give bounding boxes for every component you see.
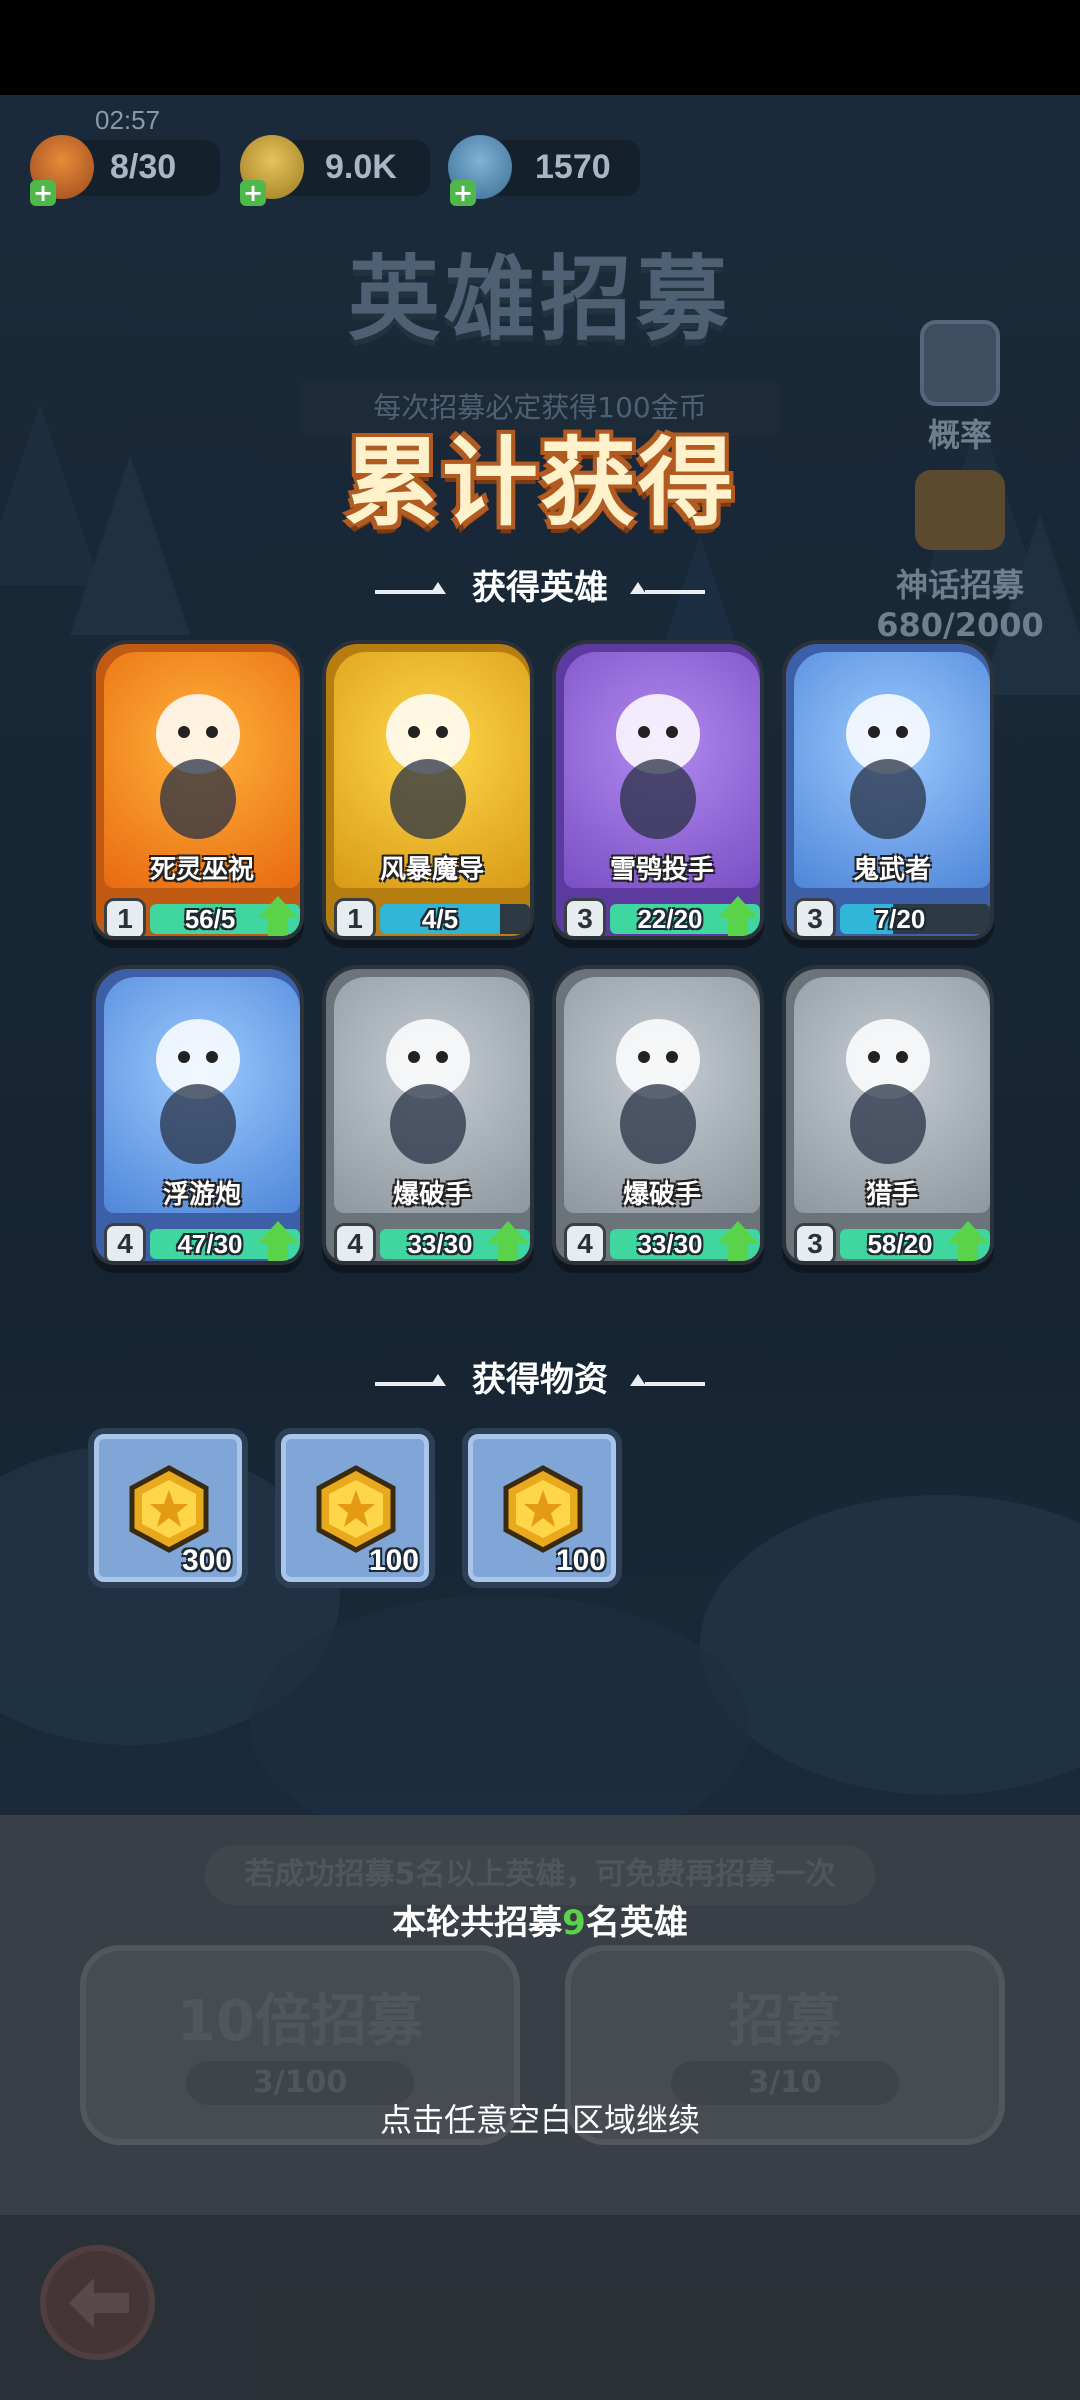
hero-shard-count: 33/30 (637, 1229, 703, 1259)
items-section-label: 获得物资 (472, 1360, 608, 1400)
summary-suffix: 名英雄 (585, 1903, 688, 1943)
hero-level-badge: 4 (334, 1223, 376, 1261)
upgrade-arrow-icon (718, 1221, 758, 1243)
reward-item[interactable]: 100 (275, 1428, 435, 1588)
hero-name: 爆破手 (392, 1180, 471, 1210)
hero-card-footer: 3 22/20 (556, 894, 760, 936)
hero-shard-count: 22/20 (637, 904, 703, 934)
gold-coin-icon (316, 1465, 396, 1553)
hero-level-badge: 3 (794, 1223, 836, 1261)
reward-item[interactable]: 100 (462, 1428, 622, 1588)
hero-shard-progress-bar: 4/5 (380, 904, 530, 934)
mythic-badge-icon (915, 470, 1005, 550)
upgrade-arrow-icon (718, 896, 758, 918)
hero-shard-count: 47/30 (177, 1229, 243, 1259)
probability-button[interactable]: 概率 (905, 320, 1015, 456)
reward-quantity: 300 (181, 1544, 232, 1577)
hero-level-badge: 4 (104, 1223, 146, 1261)
upgrade-arrow-icon (258, 1221, 298, 1243)
upgrade-arrow-stem (958, 1241, 978, 1261)
reward-quantity: 100 (368, 1544, 419, 1577)
hero-shard-count: 7/20 (874, 904, 926, 934)
hero-card[interactable]: 爆破手 4 33/30 (322, 965, 534, 1265)
hero-level-badge: 4 (564, 1223, 606, 1261)
hero-card[interactable]: 猎手 3 58/20 (782, 965, 994, 1265)
gold-value: 9.0K (325, 148, 397, 186)
summary-count: 9 (562, 1903, 586, 1943)
hero-shard-progress-bar: 7/20 (840, 904, 990, 934)
upgrade-arrow-stem (728, 1241, 748, 1261)
divider-ornament (630, 1374, 646, 1386)
hero-card-footer: 3 7/20 (786, 894, 990, 936)
upgrade-arrow-stem (268, 916, 288, 936)
hero-name: 鬼武者 (852, 855, 931, 885)
hero-portrait-icon (846, 694, 930, 839)
status-bar (0, 0, 1080, 95)
energy-value: 8/30 (110, 148, 177, 186)
hero-card-footer: 1 4/5 (326, 894, 530, 936)
cumulative-rewards-title: 累计获得 (344, 427, 736, 539)
upgrade-arrow-stem (728, 916, 748, 936)
hero-card[interactable]: 死灵巫祝 1 56/5 (92, 640, 304, 940)
probability-label: 概率 (927, 416, 992, 454)
divider-right (645, 590, 705, 594)
hero-name: 风暴魔导 (379, 855, 484, 885)
hero-card-footer: 3 58/20 (786, 1219, 990, 1261)
hero-level-badge: 3 (564, 898, 606, 936)
upgrade-arrow-stem (498, 1241, 518, 1261)
mythic-recruit-button[interactable]: 神话招募 680/2000 (860, 470, 1060, 644)
hero-portrait-icon (846, 1019, 930, 1164)
upgrade-arrow-icon (948, 1221, 988, 1243)
hero-shard-count: 4/5 (421, 904, 459, 934)
hero-card[interactable]: 雪鸮投手 3 22/20 (552, 640, 764, 940)
recruit-title: 英雄招募 (347, 246, 732, 353)
upgrade-arrow-icon (488, 1221, 528, 1243)
hero-level-badge: 3 (794, 898, 836, 936)
gold-coin-icon (129, 1465, 209, 1553)
countdown-timer: 02:57 (95, 105, 161, 135)
gold-coin-icon (503, 1465, 583, 1553)
hero-name: 死灵巫祝 (149, 855, 254, 885)
hero-portrait-icon (616, 694, 700, 839)
reward-item[interactable]: 300 (88, 1428, 248, 1588)
mythic-label: 神话招募 (895, 566, 1024, 604)
hero-card[interactable]: 爆破手 4 33/30 (552, 965, 764, 1265)
divider-ornament (630, 582, 646, 594)
gems-value: 1570 (535, 148, 611, 186)
mythic-progress: 680/2000 (876, 606, 1044, 644)
divider-right (645, 1382, 705, 1386)
hero-portrait-icon (156, 694, 240, 839)
hero-level-badge: 1 (104, 898, 146, 936)
continue-hint: 点击任意空白区域继续 (379, 2101, 700, 2139)
hero-name: 爆破手 (622, 1180, 701, 1210)
gold-add-button[interactable]: + (240, 180, 266, 206)
reward-quantity: 100 (555, 1544, 606, 1577)
hero-card[interactable]: 风暴魔导 1 4/5 (322, 640, 534, 940)
document-icon (920, 320, 1000, 406)
hero-name: 猎手 (865, 1180, 918, 1210)
energy-add-button[interactable]: + (30, 180, 56, 206)
hero-name: 雪鸮投手 (609, 855, 714, 885)
hero-portrait-icon (156, 1019, 240, 1164)
upgrade-arrow-stem (268, 1241, 288, 1261)
hero-card-footer: 1 56/5 (96, 894, 300, 936)
hero-portrait-icon (386, 694, 470, 839)
hero-card[interactable]: 浮游炮 4 47/30 (92, 965, 304, 1265)
hero-card-footer: 4 33/30 (556, 1219, 760, 1261)
hero-shard-count: 58/20 (867, 1229, 933, 1259)
summary-prefix: 本轮共招募 (392, 1903, 563, 1943)
upgrade-arrow-icon (258, 896, 298, 918)
heroes-section-label: 获得英雄 (472, 568, 608, 608)
hero-name: 浮游炮 (162, 1180, 241, 1210)
hero-shard-count: 56/5 (184, 904, 236, 934)
hero-portrait-icon (616, 1019, 700, 1164)
hero-card[interactable]: 鬼武者 3 7/20 (782, 640, 994, 940)
hero-card-footer: 4 47/30 (96, 1219, 300, 1261)
hero-card-footer: 4 33/30 (326, 1219, 530, 1261)
gems-add-button[interactable]: + (450, 180, 476, 206)
hero-shard-count: 33/30 (407, 1229, 473, 1259)
hero-portrait-icon (386, 1019, 470, 1164)
recruit-summary: 本轮共招募9名英雄 (240, 1895, 840, 1944)
hero-level-badge: 1 (334, 898, 376, 936)
